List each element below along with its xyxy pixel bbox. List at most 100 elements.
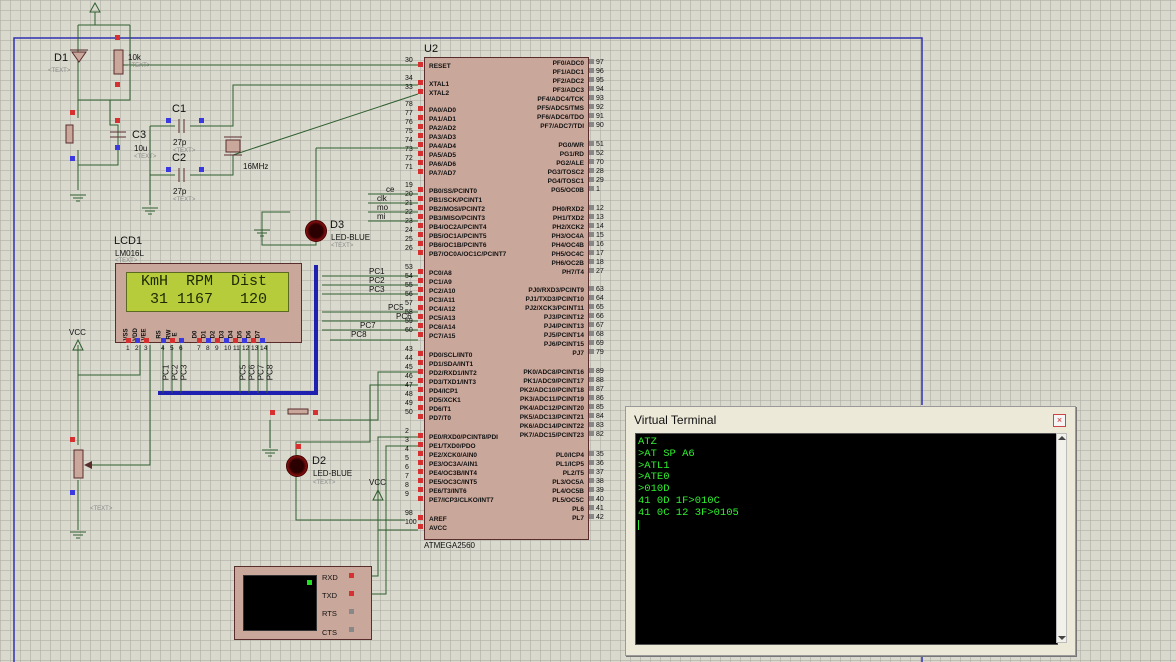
chip-pin-label: PA6/AD6 <box>429 161 456 168</box>
led-d3-icon[interactable] <box>305 220 327 242</box>
chip-pin-label: PF2/ADC2 <box>552 78 584 85</box>
led-d2-icon[interactable] <box>286 455 308 477</box>
d3-ref: D3 <box>330 219 345 231</box>
chip-pin-number: 86 <box>596 395 604 402</box>
chip-pin-label: PK5/ADC13/PCINT21 <box>519 414 584 421</box>
chip-pin-label: PB3/MISO/PCINT3 <box>429 215 485 222</box>
chip-pin-label: PB4/OC2A/PCINT4 <box>429 224 487 231</box>
pin-marker <box>418 305 423 310</box>
chip-pin-number: 43 <box>405 346 413 353</box>
chip-pin-label: PL1/ICP5 <box>555 461 584 468</box>
chip-pin-label: PH0/RXD2 <box>552 206 584 213</box>
chip-pin-number: 57 <box>405 300 413 307</box>
chip-pin-label: PC7/A15 <box>429 333 456 340</box>
pin-marker <box>589 322 594 327</box>
pin-marker <box>418 387 423 392</box>
pin-marker <box>70 156 75 161</box>
vcc-label-right: VCC <box>369 478 386 487</box>
pin-marker <box>135 338 140 343</box>
net-pc2: PC2 <box>369 276 385 285</box>
chip-pin-label: PA0/AD0 <box>429 107 456 114</box>
chip-pin-number: 24 <box>405 227 413 234</box>
chip-pin-number: 51 <box>596 141 604 148</box>
vt-terminal-output[interactable]: ATZ >AT SP A6 >ATL1 >ATE0 >010D 41 0D 1F>010C… <box>635 433 1058 645</box>
pin-marker <box>418 241 423 246</box>
chip-pin-number: 100 <box>405 519 417 526</box>
chip-pin-label: PF4/ADC4/TCK <box>537 96 584 103</box>
chip-pin-number: 75 <box>405 128 413 135</box>
net-pc1: PC1 <box>369 267 385 276</box>
pin-marker <box>418 405 423 410</box>
pin-marker <box>418 223 423 228</box>
bus-pc8: PC8 <box>265 364 275 381</box>
chip-pin-number: 60 <box>405 327 413 334</box>
pin-marker <box>418 478 423 483</box>
pin-marker <box>418 89 423 94</box>
vt-line: ATZ <box>638 436 657 448</box>
d2-ref: D2 <box>312 455 327 467</box>
scroll-down-icon[interactable] <box>1058 636 1066 640</box>
pin-marker <box>589 496 594 501</box>
chip-pin-label: PG5/OC0B <box>551 187 584 194</box>
pin-marker <box>115 82 120 87</box>
chip-pin-number: 73 <box>405 146 413 153</box>
pin-marker <box>199 118 204 123</box>
pin-marker <box>418 332 423 337</box>
net-pc3: PC3 <box>369 285 385 294</box>
pin-marker <box>418 250 423 255</box>
chip-pin-number: 72 <box>405 155 413 162</box>
virtual-terminal-window[interactable]: Virtual Terminal × ATZ >AT SP A6 >ATL1 >ATE… <box>625 406 1076 656</box>
bus-pc5: PC5 <box>238 364 248 381</box>
pin-marker <box>242 338 247 343</box>
lcd-ref: LCD1 <box>114 235 143 247</box>
chip-pin-number: 39 <box>596 487 604 494</box>
pin-marker <box>199 167 204 172</box>
chip-pin-label: PB2/MOSI/PCINT2 <box>429 206 485 213</box>
c2-value: 27p <box>173 187 187 196</box>
chip-pin-label: PK3/ADC11/PCINT19 <box>520 396 584 403</box>
pin-marker <box>418 487 423 492</box>
chip-pin-label: PC1/A9 <box>429 279 452 286</box>
chip-pin-label: PH3/OC4A <box>551 233 584 240</box>
chip-pin-number: 20 <box>405 191 413 198</box>
scroll-up-icon[interactable] <box>1058 436 1066 440</box>
chip-pin-number: 41 <box>596 505 604 512</box>
vt-line: >ATE0 <box>638 471 670 484</box>
chip-pin-number: 89 <box>596 368 604 375</box>
chip-pin-label: PA7/AD7 <box>429 170 456 177</box>
c1-value: 27p <box>173 138 187 147</box>
pin-marker <box>215 338 220 343</box>
chip-pin-label: PH4/OC4B <box>551 242 584 249</box>
chip-pin-label: PA2/AD2 <box>429 125 456 132</box>
chip-pin-number: 56 <box>405 291 413 298</box>
chip-pin-number: 84 <box>596 413 604 420</box>
chip-pin-label: PD5/XCK1 <box>429 397 461 404</box>
microcontroller-atmega2560[interactable]: RESET XTAL1 XTAL2 PA0/AD0 PA1/AD1 PA2/AD2 PA3/… <box>424 57 589 540</box>
pin-marker <box>589 386 594 391</box>
pin-marker <box>589 460 594 465</box>
pin-marker <box>166 167 171 172</box>
chip-pin-label: PA3/AD3 <box>429 134 456 141</box>
lcd-line-2: 31 1167 120 <box>141 291 268 308</box>
vt-line: 41 0D 1F>010C <box>638 494 720 507</box>
lcd-display[interactable]: KmH RPM Dist 31 1167 120 VSS VDD VEE RS RW E D… <box>115 263 302 343</box>
pin-marker <box>115 118 120 123</box>
chip-pin-number: 71 <box>405 164 413 171</box>
bus-pc7: PC7 <box>256 364 266 381</box>
pin-marker <box>589 331 594 336</box>
chip-pin-number: 36 <box>596 460 604 467</box>
d3-value: LED-BLUE <box>331 233 371 242</box>
pin-marker <box>589 68 594 73</box>
chip-pin-number: 18 <box>596 259 604 266</box>
chip-pin-label: PK1/ADC9/PCINT17 <box>523 378 584 385</box>
bus-pc3: PC3 <box>179 364 189 381</box>
chip-pin-number: 79 <box>596 349 604 356</box>
vt-window-title: Virtual Terminal <box>634 413 717 427</box>
chip-pin-label: PE5/OC3C/INT5 <box>429 479 478 486</box>
chip-pin-label: PE3/OC3A/AIN1 <box>429 461 478 468</box>
vt-scrollbar[interactable] <box>1056 433 1067 643</box>
pin-marker <box>589 514 594 519</box>
chip-pin-label: PL4/OC5B <box>552 488 584 495</box>
chip-pin-label: PB5/OC1A/PCINT5 <box>429 233 487 240</box>
close-icon[interactable]: × <box>1053 414 1066 427</box>
